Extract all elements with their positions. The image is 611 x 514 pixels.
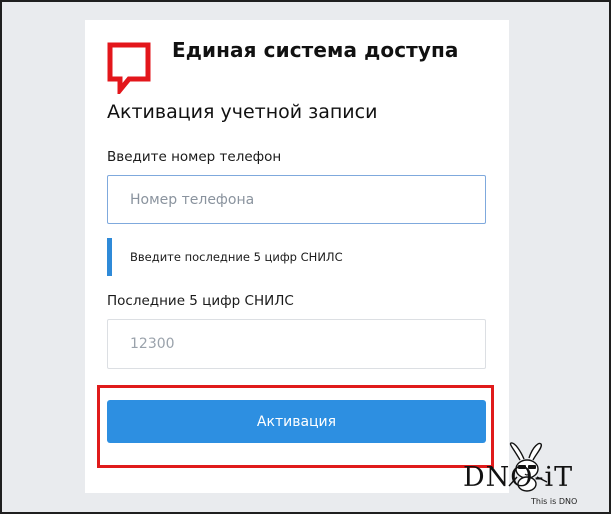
brand-title: Единая система доступа xyxy=(172,38,459,62)
page-title: Активация учетной записи xyxy=(107,101,378,123)
login-card: Единая система доступа Активация учетной… xyxy=(85,20,509,493)
esia-logo-icon xyxy=(107,42,151,94)
snils-label: Последние 5 цифр СНИЛС xyxy=(107,293,294,309)
phone-label: Введите номер телефон xyxy=(107,149,282,165)
activate-button[interactable]: Активация xyxy=(107,400,486,443)
phone-input[interactable] xyxy=(107,175,486,224)
snils-hint: Введите последние 5 цифр СНИЛС xyxy=(107,238,477,276)
snils-input[interactable] xyxy=(107,319,486,369)
snils-hint-text: Введите последние 5 цифр СНИЛС xyxy=(130,250,343,264)
watermark-logo: DNO-iT This is DNO xyxy=(463,442,609,512)
watermark-text: DNO-iT xyxy=(463,462,574,493)
watermark-subtext: This is DNO xyxy=(531,497,578,506)
